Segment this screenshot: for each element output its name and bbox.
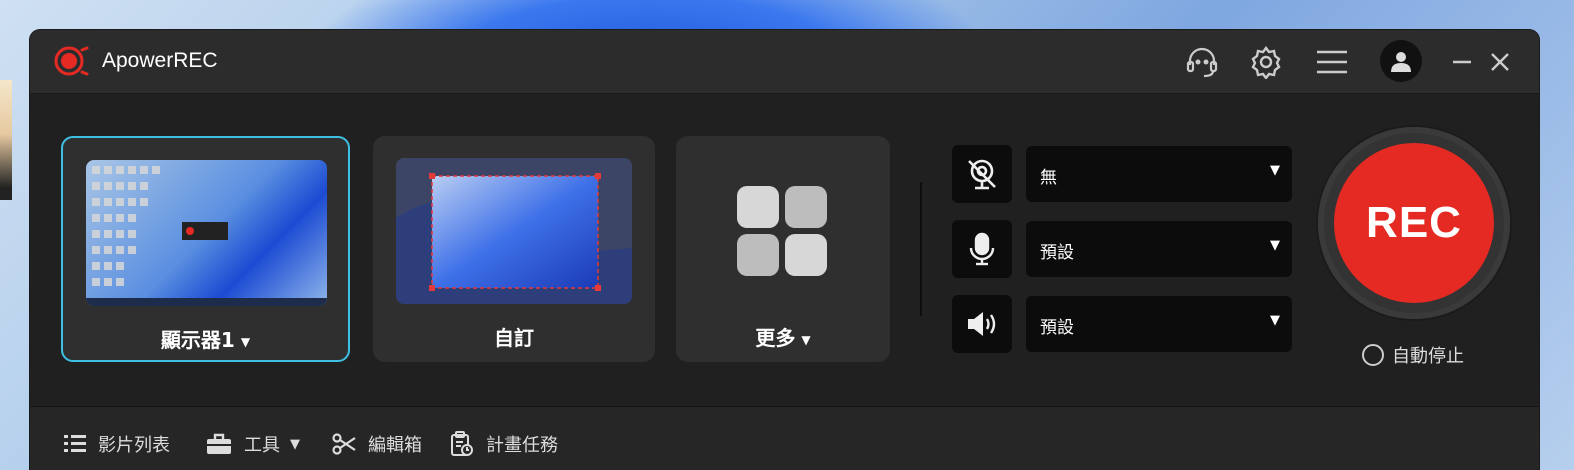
auto-stop-option[interactable]: 自動停止 [1362, 342, 1464, 368]
auto-stop-label: 自動停止 [1392, 346, 1464, 367]
webcam-select[interactable]: 無 ▼ [1026, 146, 1292, 202]
microphone-icon [969, 232, 995, 266]
microphone-select-value: 預設 [1040, 243, 1074, 263]
tools-button[interactable]: 工具 ▼ [206, 431, 300, 457]
webcam-select-value: 無 [1040, 168, 1057, 188]
speaker-toggle-button[interactable] [952, 295, 1012, 353]
dropdown-caret-icon: ▼ [290, 436, 300, 452]
custom-region-thumbnail [396, 158, 632, 304]
tools-label: 工具 [244, 435, 280, 456]
title-bar: ApowerREC [30, 30, 1539, 94]
webcam-toggle-button[interactable] [952, 145, 1012, 203]
auto-stop-radio[interactable] [1362, 344, 1384, 366]
mode-card-more[interactable]: 更多 ▼ [676, 136, 890, 362]
section-divider [920, 182, 922, 316]
scissors-icon [332, 433, 356, 455]
video-list-button[interactable]: 影片列表 [64, 431, 170, 457]
app-logo-icon [54, 46, 89, 76]
menu-hamburger-icon[interactable] [1312, 42, 1352, 82]
mode-label-more: 更多 ▼ [755, 326, 811, 350]
mode-card-custom[interactable]: 自訂 [373, 136, 655, 362]
microphone-toggle-button[interactable] [952, 220, 1012, 278]
mode-label-custom: 自訂 [494, 326, 534, 350]
mode-label-display: 顯示器1 ▼ [160, 328, 251, 352]
dropdown-arrow-icon: ▼ [1270, 238, 1280, 253]
speaker-select-value: 預設 [1040, 318, 1074, 338]
dropdown-caret-icon: ▼ [801, 332, 811, 347]
edit-box-label: 編輯箱 [368, 435, 422, 456]
settings-gear-icon[interactable] [1246, 42, 1286, 82]
toolbox-icon [207, 433, 231, 454]
dropdown-caret-icon: ▼ [240, 334, 251, 349]
bottom-toolbar: 影片列表 工具 ▼ 編輯箱 計畫任務 [30, 407, 1539, 470]
support-headset-icon[interactable] [1182, 42, 1222, 82]
schedule-clipboard-icon [451, 431, 473, 456]
main-panel: 顯示器1 ▼ 自訂 更多 ▼ 無 ▼ 預設 ▼ 預設 ▼ REC 自動停止 [30, 94, 1539, 407]
close-icon[interactable] [1480, 42, 1520, 82]
edit-box-button[interactable]: 編輯箱 [332, 431, 422, 457]
more-grid-icon [737, 186, 827, 276]
dropdown-arrow-icon: ▼ [1270, 163, 1280, 178]
app-window: ApowerREC 顯示器1 ▼ 自訂 更多 ▼ 無 ▼ 預設 ▼ 預設 ▼ R… [30, 30, 1539, 470]
desktop-edge-fragment [0, 80, 12, 200]
scheduled-tasks-button[interactable]: 計畫任務 [450, 431, 558, 457]
video-list-label: 影片列表 [98, 435, 170, 456]
dropdown-arrow-icon: ▼ [1270, 313, 1280, 328]
mode-card-display[interactable]: 顯示器1 ▼ [61, 136, 350, 362]
speaker-select[interactable]: 預設 ▼ [1026, 296, 1292, 352]
user-avatar-icon[interactable] [1380, 40, 1422, 82]
scheduled-tasks-label: 計畫任務 [486, 435, 558, 456]
record-button[interactable]: REC [1334, 143, 1494, 303]
microphone-select[interactable]: 預設 ▼ [1026, 221, 1292, 277]
app-title: ApowerREC [102, 49, 218, 72]
list-icon [64, 435, 86, 452]
speaker-icon [968, 312, 996, 336]
minimize-icon[interactable] [1442, 42, 1482, 82]
display-thumbnail [86, 160, 327, 306]
webcam-off-icon [968, 159, 996, 190]
